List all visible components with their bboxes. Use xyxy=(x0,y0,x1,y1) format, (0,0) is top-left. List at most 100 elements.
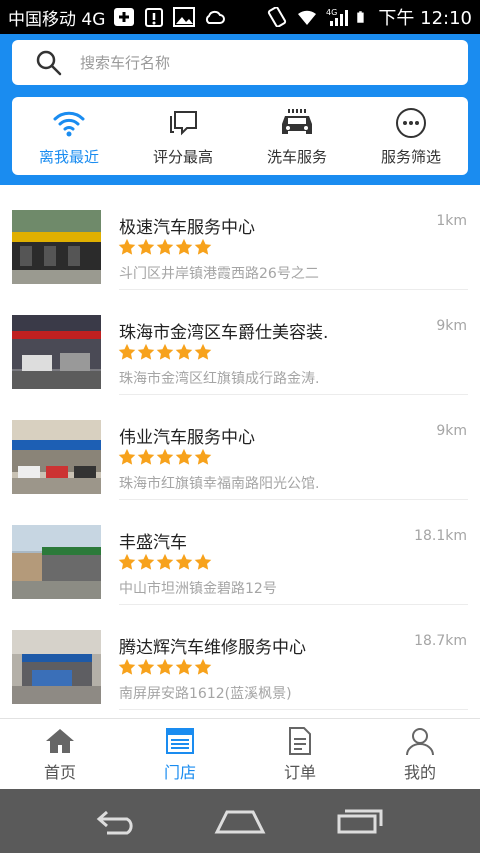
star-icon xyxy=(175,658,193,675)
shop-photo xyxy=(12,210,101,284)
shop-distance: 18.1km xyxy=(414,528,467,544)
star-icon xyxy=(137,553,155,570)
shop-row[interactable]: 腾达辉汽车维修服务中心 18.7km 南屏屏安路1612(蓝溪枫景) xyxy=(0,605,480,710)
clipboard-alert-icon xyxy=(145,8,164,27)
star-icon xyxy=(194,448,212,465)
status-bar: 中国移动 4G 4G 下午 12:10 xyxy=(0,0,480,34)
filter-top-rated[interactable]: 评分最高 xyxy=(126,97,240,175)
more-dots-icon xyxy=(396,107,426,138)
star-icon xyxy=(118,238,136,255)
filter-car-wash[interactable]: 洗车服务 xyxy=(240,97,354,175)
shop-name: 腾达辉汽车维修服务中心 xyxy=(119,638,306,658)
star-icon xyxy=(194,658,212,675)
shop-row[interactable]: 伟业汽车服务中心 9km 珠海市红旗镇幸福南路阳光公馆. xyxy=(0,395,480,500)
shop-address: 斗门区井岸镇港霞西路26号之二 xyxy=(119,266,319,282)
filter-label: 离我最近 xyxy=(38,147,99,166)
bottom-nav: 首页 门店 订单 我的 xyxy=(0,718,480,789)
star-icon xyxy=(118,553,136,570)
shop-photo xyxy=(12,420,101,494)
system-nav-bar xyxy=(0,789,480,853)
car-wash-icon xyxy=(282,108,312,134)
filter-service[interactable]: 服务筛选 xyxy=(354,97,468,175)
search-icon[interactable] xyxy=(34,48,64,78)
shop-photo xyxy=(12,630,101,704)
shop-name: 丰盛汽车 xyxy=(119,533,187,553)
shop-distance: 9km xyxy=(436,318,467,334)
cloud-icon xyxy=(206,10,226,24)
star-icon xyxy=(175,343,193,360)
image-icon xyxy=(173,7,196,27)
shop-address: 珠海市红旗镇幸福南路阳光公馆. xyxy=(119,476,320,492)
star-icon xyxy=(194,553,212,570)
shop-name: 珠海市金湾区车爵仕美容装. xyxy=(119,323,329,343)
chat-bubble-icon xyxy=(170,110,197,135)
search-input[interactable] xyxy=(80,53,468,72)
shop-distance: 1km xyxy=(436,213,467,229)
header: 离我最近 评分最高 洗车服务 服务筛选 xyxy=(0,34,480,185)
nav-store[interactable]: 门店 xyxy=(120,719,240,789)
notification-icons xyxy=(113,7,226,27)
clock: 下午 12:10 xyxy=(378,8,472,29)
shop-address: 珠海市金湾区红旗镇成行路金涛. xyxy=(119,371,320,387)
shop-row[interactable]: 丰盛汽车 18.1km 中山市坦洲镇金碧路12号 xyxy=(0,500,480,605)
filter-bar: 离我最近 评分最高 洗车服务 服务筛选 xyxy=(12,97,468,175)
filter-label: 评分最高 xyxy=(152,147,213,166)
carrier-label: 中国移动 4G xyxy=(8,9,106,30)
recent-apps-icon[interactable] xyxy=(333,806,387,836)
order-document-icon xyxy=(289,727,311,755)
star-icon xyxy=(194,343,212,360)
rating-stars xyxy=(118,238,212,260)
status-right: 4G 下午 12:10 xyxy=(266,4,472,30)
rating-stars xyxy=(118,343,212,365)
svg-text:4G: 4G xyxy=(326,8,337,17)
wifi-icon xyxy=(298,10,317,25)
shop-address: 南屏屏安路1612(蓝溪枫景) xyxy=(119,686,292,702)
battery-icon xyxy=(357,11,365,23)
star-icon xyxy=(156,343,174,360)
shop-row[interactable]: 珠海市金湾区车爵仕美容装. 9km 珠海市金湾区红旗镇成行路金涛. xyxy=(0,290,480,395)
star-icon xyxy=(156,448,174,465)
signal-icon: 4G xyxy=(326,8,349,26)
store-icon xyxy=(166,728,194,754)
nav-label: 我的 xyxy=(403,763,436,782)
star-icon xyxy=(137,343,155,360)
shop-list: 极速汽车服务中心 1km 斗门区井岸镇港霞西路26号之二 珠海市金湾区车爵仕美容… xyxy=(0,185,480,718)
shop-photo xyxy=(12,315,101,389)
shop-name: 伟业汽车服务中心 xyxy=(119,428,255,448)
shop-row[interactable]: 极速汽车服务中心 1km 斗门区井岸镇港霞西路26号之二 xyxy=(0,185,480,290)
rating-stars xyxy=(118,553,212,575)
star-icon xyxy=(175,238,193,255)
plus-box-icon xyxy=(114,8,135,26)
star-icon xyxy=(137,448,155,465)
star-icon xyxy=(137,238,155,255)
wifi-signal-icon xyxy=(53,111,85,136)
star-icon xyxy=(156,658,174,675)
nav-home[interactable]: 首页 xyxy=(0,719,120,789)
star-icon xyxy=(175,553,193,570)
profile-icon xyxy=(406,728,434,756)
nav-label: 门店 xyxy=(163,763,196,782)
filter-label: 洗车服务 xyxy=(266,147,327,166)
star-icon xyxy=(137,658,155,675)
shop-photo xyxy=(12,525,101,599)
nav-profile[interactable]: 我的 xyxy=(360,719,480,789)
nav-label: 首页 xyxy=(43,763,76,782)
shop-address: 中山市坦洲镇金碧路12号 xyxy=(119,581,277,597)
shop-distance: 9km xyxy=(436,423,467,439)
rating-stars xyxy=(118,448,212,470)
back-icon[interactable] xyxy=(93,806,147,836)
nav-orders[interactable]: 订单 xyxy=(240,719,360,789)
rating-stars xyxy=(118,658,212,680)
shop-distance: 18.7km xyxy=(414,633,467,649)
vibrate-icon xyxy=(268,7,287,27)
shop-name: 极速汽车服务中心 xyxy=(119,218,255,238)
filter-nearest[interactable]: 离我最近 xyxy=(12,97,126,175)
home-icon xyxy=(46,729,74,753)
star-icon xyxy=(175,448,193,465)
home-button-icon[interactable] xyxy=(213,806,267,836)
star-icon xyxy=(156,553,174,570)
star-icon xyxy=(118,448,136,465)
star-icon xyxy=(118,658,136,675)
search-bar[interactable] xyxy=(12,40,468,85)
star-icon xyxy=(156,238,174,255)
